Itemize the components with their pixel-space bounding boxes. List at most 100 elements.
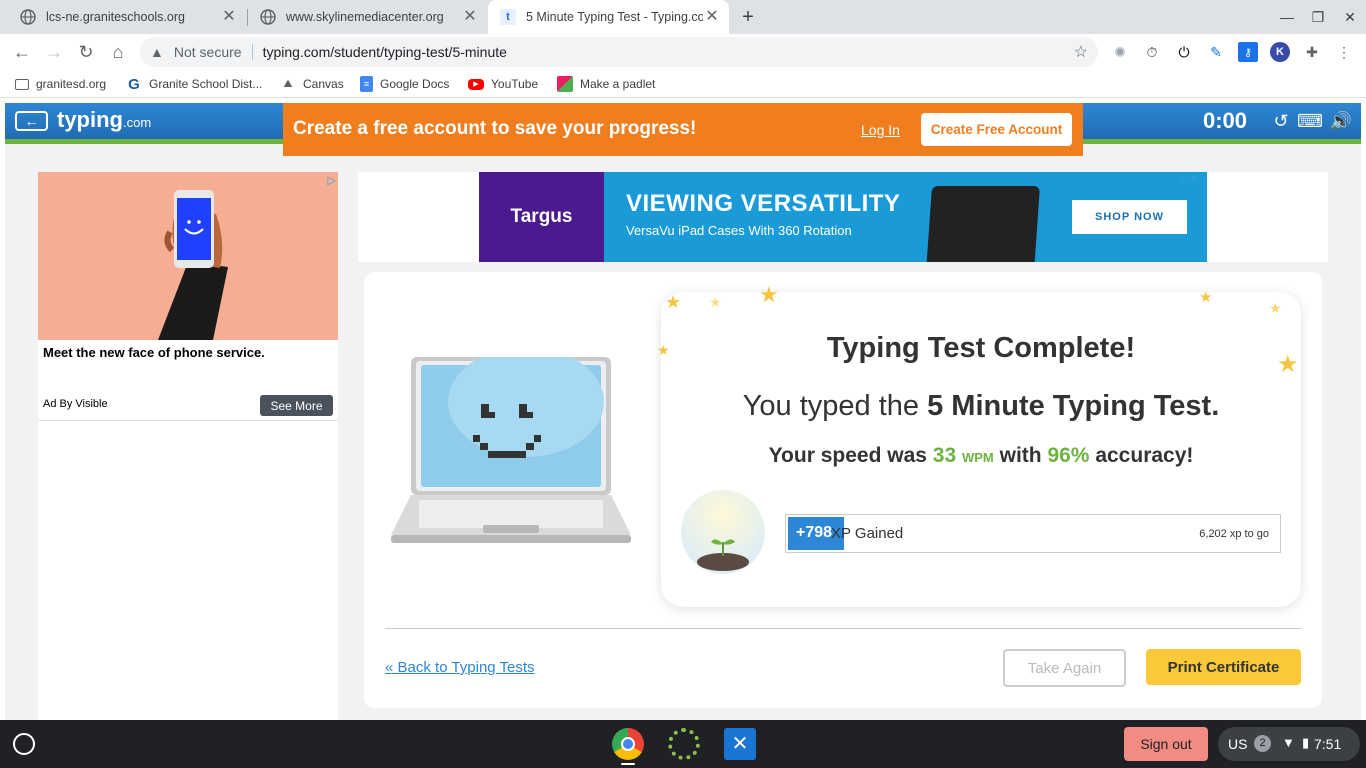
test-name: 5 Minute Typing Test. <box>927 390 1220 422</box>
section-divider <box>385 628 1301 629</box>
youtube-icon: ▶ <box>468 78 484 90</box>
take-again-button[interactable]: Take Again <box>1003 649 1126 687</box>
adchoices-icon[interactable]: ▷✕ <box>1181 172 1199 185</box>
bookmark-youtube[interactable]: ▶ YouTube <box>468 75 538 93</box>
new-tab-button[interactable]: + <box>732 0 764 34</box>
see-more-button[interactable]: See More <box>260 395 333 416</box>
broom-extension-icon[interactable]: ✎ <box>1206 42 1226 62</box>
sidebar-ad[interactable]: ▷ Meet the new face of phone service. Ad… <box>38 172 338 720</box>
bookmark-star-icon[interactable]: ☆ <box>1074 42 1088 62</box>
ad-subtitle: VersaVu iPad Cases With 360 Rotation <box>626 223 852 238</box>
padlet-icon <box>557 76 573 92</box>
login-link[interactable]: Log In <box>861 122 900 138</box>
folder-icon <box>15 78 29 90</box>
forward-arrow-icon[interactable]: → <box>40 38 68 66</box>
speed-prefix: Your speed was <box>768 444 927 467</box>
site-back-button[interactable]: ← <box>15 111 48 131</box>
restore-icon[interactable]: ❐ <box>1302 0 1334 34</box>
accuracy-suffix: accuracy! <box>1095 444 1194 467</box>
bookmark-granite-school-district[interactable]: G Granite School Dist... <box>126 75 262 93</box>
star-icon: ★ <box>1269 300 1282 316</box>
ad-headline: Meet the new face of phone service. <box>43 345 265 360</box>
bookmark-granitesd[interactable]: granitesd.org <box>15 75 106 93</box>
k-extension-icon[interactable]: K <box>1270 42 1290 62</box>
history-icon[interactable]: ↺ <box>1270 110 1292 132</box>
granite-g-icon: G <box>128 75 140 93</box>
minimize-icon[interactable]: — <box>1271 0 1303 34</box>
page-content: ← typing.com 0:00 ↺ ⌨ 🔊 Create a free ac… <box>5 103 1361 720</box>
chrome-icon[interactable] <box>612 728 644 760</box>
security-label: Not secure <box>173 44 242 60</box>
phone-hand-illustration <box>158 190 228 340</box>
star-icon: ★ <box>709 294 722 310</box>
sound-icon[interactable]: 🔊 <box>1330 110 1352 132</box>
bookmark-padlet[interactable]: Make a padlet <box>557 75 655 93</box>
puzzle-extensions-icon[interactable]: ✚ <box>1302 42 1322 62</box>
bookmark-label: Google Docs <box>380 77 450 91</box>
close-tab-icon[interactable]: ✕ <box>220 8 238 26</box>
laptop-mascot-icon <box>391 357 631 543</box>
result-speed-line: Your speed was 33 WPM with 96% accuracy! <box>661 444 1301 468</box>
bookmark-label: granitesd.org <box>36 77 107 91</box>
tab-title: 5 Minute Typing Test - Typing.co <box>526 10 703 24</box>
globe-icon <box>260 9 276 25</box>
adchoices-icon[interactable]: ▷ <box>328 174 336 187</box>
tab-skyline[interactable]: www.skylinemediacenter.org ✕ <box>248 0 487 34</box>
omnibox-divider <box>251 44 253 60</box>
banner-ad[interactable]: Targus VIEWING VERSATILITY VersaVu iPad … <box>358 172 1328 262</box>
wpm-unit: WPM <box>961 450 994 465</box>
bookmark-label: Canvas <box>303 77 344 91</box>
tab-lcs[interactable]: lcs-ne.graniteschools.org ✕ <box>0 0 246 34</box>
shop-now-button[interactable]: SHOP NOW <box>1072 200 1187 234</box>
back-arrow-icon[interactable]: ← <box>8 38 36 66</box>
keyboard-off-icon[interactable]: ⌨ <box>1297 110 1323 132</box>
back-to-tests-link[interactable]: « Back to Typing Tests <box>385 659 535 676</box>
results-bubble: ★ ★ ★ ★ ★ ★ ★ Typing Test Complete! You … <box>657 282 1301 607</box>
xp-to-go: 6,202 xp to go <box>1199 528 1269 540</box>
loading-extension-icon[interactable]: ✺ <box>1110 42 1130 62</box>
xp-gained-label: XP Gained <box>831 525 904 542</box>
logo-text: typing <box>57 107 123 132</box>
typing-logo[interactable]: typing.com <box>57 107 151 133</box>
power-extension-icon[interactable]: ⏻ <box>1174 42 1194 62</box>
bookmark-label: Granite School Dist... <box>149 77 263 91</box>
locale-label: US <box>1228 736 1248 752</box>
close-tab-icon[interactable]: ✕ <box>461 8 479 26</box>
address-bar[interactable]: ▲ Not secure typing.com/student/typing-t… <box>140 37 1098 67</box>
close-tab-icon[interactable]: ✕ <box>703 8 721 26</box>
star-icon: ★ <box>1199 289 1213 306</box>
tab-title: lcs-ne.graniteschools.org <box>46 10 185 24</box>
status-tray[interactable]: US 2 ▼ ▮ 7:51 <box>1218 727 1360 761</box>
result-test-line: You typed the 5 Minute Typing Test. <box>661 390 1301 423</box>
canvas-icon: ⛰ <box>283 77 293 90</box>
ad-image[interactable] <box>38 172 338 340</box>
signup-banner: Create a free account to save your progr… <box>283 103 1083 156</box>
star-icon: ★ <box>759 282 779 307</box>
seedling-icon <box>697 539 749 571</box>
print-certificate-button[interactable]: Print Certificate <box>1146 649 1301 685</box>
targus-ad[interactable]: Targus VIEWING VERSATILITY VersaVu iPad … <box>479 172 1207 262</box>
tab-typing-test[interactable]: t 5 Minute Typing Test - Typing.co ✕ <box>488 0 729 34</box>
timer-extension-icon[interactable]: ⏱ <box>1142 42 1162 62</box>
bookmark-google-docs[interactable]: ≡ Google Docs <box>360 75 449 93</box>
app-x-icon[interactable]: ✕ <box>724 728 756 760</box>
xp-progress-bar: +798 XP Gained 6,202 xp to go <box>785 514 1281 553</box>
home-icon[interactable]: ⌂ <box>104 38 132 66</box>
bookmarks-bar: granitesd.org G Granite School Dist... ⛰… <box>0 70 1366 98</box>
key-extension-icon[interactable]: ⚷ <box>1238 42 1258 62</box>
menu-kebab-icon[interactable]: ⋮ <box>1334 42 1354 62</box>
bookmark-canvas[interactable]: ⛰ Canvas <box>280 75 344 93</box>
sign-out-button[interactable]: Sign out <box>1124 727 1208 761</box>
result-title: Typing Test Complete! <box>826 332 1136 364</box>
docs-icon: ≡ <box>360 76 373 92</box>
warning-icon: ▲ <box>150 44 164 60</box>
launcher-icon[interactable] <box>13 733 35 755</box>
reload-icon[interactable]: ↻ <box>72 38 100 66</box>
bookmark-label: YouTube <box>491 77 539 91</box>
loading-app-icon[interactable] <box>668 728 700 760</box>
create-account-button[interactable]: Create Free Account <box>921 113 1072 146</box>
close-window-icon[interactable]: ✕ <box>1334 0 1366 34</box>
speed-with: with <box>999 444 1042 467</box>
ad-title: VIEWING VERSATILITY <box>626 190 901 217</box>
url-text: typing.com/student/typing-test/5-minute <box>262 44 507 60</box>
